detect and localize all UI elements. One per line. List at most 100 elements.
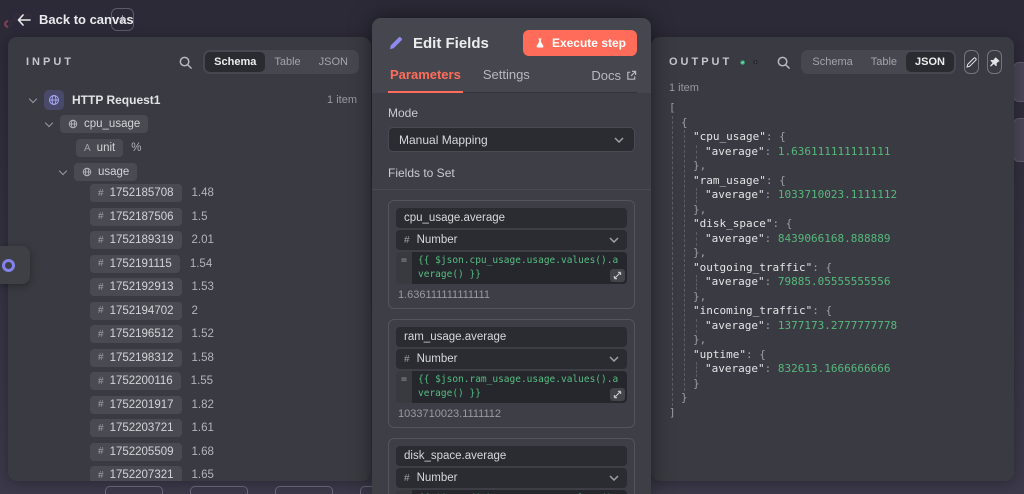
add-node-button[interactable]: + — [111, 8, 134, 31]
json-object-close: } — [681, 391, 1014, 406]
docs-link[interactable]: Docs — [591, 68, 637, 92]
schema-row[interactable]: # 1752198312 1.58 — [90, 349, 357, 367]
back-arrow-icon — [17, 14, 31, 26]
output-search-button[interactable] — [774, 53, 793, 72]
usage-value: 2 — [192, 305, 198, 317]
schema-row[interactable]: # 1752203721 1.61 — [90, 419, 357, 437]
timestamp-key-pill[interactable]: # 1752205509 — [90, 443, 182, 461]
field-group: disk_space.average # Number = {{ $json.d… — [388, 438, 635, 494]
output-title: OUTPUT — [669, 56, 732, 68]
timestamp-key-pill[interactable]: # 1752207321 — [90, 466, 182, 481]
chevron-down-icon — [45, 118, 53, 126]
input-node-tab[interactable] — [0, 246, 30, 284]
input-view-table[interactable]: Table — [265, 52, 309, 72]
timestamp-key-pill[interactable]: # 1752185708 — [90, 184, 182, 202]
field-group: ram_usage.average # Number = {{ $json.ra… — [388, 319, 635, 428]
expression-code[interactable]: {{ $json.cpu_usage.usage.values().averag… — [412, 252, 627, 284]
fields-list: cpu_usage.average # Number = {{ $json.cp… — [388, 200, 635, 494]
divider — [372, 189, 651, 190]
timestamp-key-pill[interactable]: # 1752201917 — [90, 396, 182, 414]
input-view-toggle: Schema Table JSON — [203, 50, 359, 74]
input-panel: INPUT Schema Table JSON HTTP Request1 1 … — [8, 37, 371, 481]
pencil-icon — [965, 56, 978, 69]
schema-row[interactable]: # 1752194702 2 — [90, 302, 357, 320]
expand-expression-icon[interactable] — [610, 269, 625, 282]
field-name-input[interactable]: ram_usage.average — [396, 327, 627, 347]
expand-expression-icon[interactable] — [610, 388, 625, 401]
cpu-usage-key-pill[interactable]: cpu_usage — [60, 115, 148, 133]
chevron-down-icon — [609, 237, 619, 243]
schema-row[interactable]: # 1752189319 2.01 — [90, 231, 357, 249]
timestamp-key-pill[interactable]: # 1752192913 — [90, 278, 182, 296]
input-view-json[interactable]: JSON — [310, 52, 357, 72]
number-type-icon: # — [98, 235, 104, 246]
tab-parameters[interactable]: Parameters — [388, 65, 463, 93]
output-view-schema[interactable]: Schema — [803, 52, 861, 72]
schema-row[interactable]: # 1752185708 1.48 — [90, 184, 357, 202]
flask-icon — [534, 37, 546, 49]
timestamp-key-pill[interactable]: # 1752189319 — [90, 231, 182, 249]
schema-object-row[interactable]: cpu_usage — [46, 112, 357, 136]
root-node-label: HTTP Request1 — [72, 93, 160, 107]
timestamp-key-pill[interactable]: # 1752191115 — [90, 255, 180, 273]
timestamp-key-pill[interactable]: # 1752187506 — [90, 208, 182, 226]
node-ring-icon — [2, 259, 15, 272]
schema-row[interactable]: # 1752192913 1.53 — [90, 278, 357, 296]
timestamp-key-pill[interactable]: # 1752198312 — [90, 349, 182, 367]
expression-editor[interactable]: = {{ $json.ram_usage.usage.values().aver… — [396, 371, 627, 403]
input-view-schema[interactable]: Schema — [205, 52, 265, 72]
tab-settings[interactable]: Settings — [481, 65, 532, 93]
schema-root-row[interactable]: HTTP Request1 1 item — [30, 88, 357, 112]
expression-code[interactable]: {{ $json.disk_space.usage.values().avera… — [412, 490, 627, 494]
output-item-count: 1 item — [651, 82, 1014, 99]
number-type-icon: # — [98, 470, 104, 481]
usage-value: 1.68 — [192, 446, 214, 458]
schema-row[interactable]: # 1752191115 1.54 — [90, 255, 357, 273]
unit-key-pill[interactable]: A unit — [76, 139, 123, 157]
timestamp-key-pill[interactable]: # 1752200116 — [90, 372, 181, 390]
expression-result: 1.636111111111111 — [396, 287, 627, 301]
json-output-entry: "ram_usage": { "average": 1033710023.111… — [693, 174, 1014, 218]
expression-code[interactable]: {{ $json.ram_usage.usage.values().averag… — [412, 371, 627, 403]
field-name-input[interactable]: cpu_usage.average — [396, 208, 627, 228]
expression-editor[interactable]: = {{ $json.disk_space.usage.values().ave… — [396, 490, 627, 494]
info-icon[interactable] — [753, 55, 758, 69]
number-type-icon: # — [404, 354, 410, 365]
output-view-json[interactable]: JSON — [906, 52, 954, 72]
schema-string-row[interactable]: A unit % — [76, 136, 357, 160]
schema-row[interactable]: # 1752205509 1.68 — [90, 443, 357, 461]
chevron-down-icon — [614, 137, 624, 143]
timestamp-key-pill[interactable]: # 1752194702 — [90, 302, 182, 320]
schema-row[interactable]: # 1752187506 1.5 — [90, 208, 357, 226]
usage-key-pill[interactable]: usage — [74, 163, 137, 181]
usage-rows: # 1752185708 1.48 # 1752187506 1.5 — [22, 184, 357, 481]
expression-mode-prefix: = — [396, 252, 412, 284]
schema-row[interactable]: # 1752201917 1.82 — [90, 396, 357, 414]
input-search-button[interactable] — [176, 53, 195, 72]
search-icon — [178, 55, 193, 70]
schema-row[interactable]: # 1752196512 1.52 — [90, 325, 357, 343]
expression-editor[interactable]: = {{ $json.cpu_usage.usage.values().aver… — [396, 252, 627, 284]
usage-value: 1.82 — [192, 399, 214, 411]
output-view-table[interactable]: Table — [862, 52, 906, 72]
timestamp-key-pill[interactable]: # 1752196512 — [90, 325, 182, 343]
pin-data-button[interactable] — [987, 50, 1002, 74]
usage-value: 1.58 — [192, 352, 214, 364]
pencil-icon — [388, 36, 403, 51]
field-type-select[interactable]: # Number — [396, 230, 627, 250]
app-screen: Back to canvas + INPUT Schema Table JSON — [0, 0, 1024, 494]
success-check-icon — [740, 55, 745, 70]
field-type-select[interactable]: # Number — [396, 349, 627, 369]
schema-row[interactable]: # 1752207321 1.65 — [90, 466, 357, 481]
timestamp-key-pill[interactable]: # 1752203721 — [90, 419, 182, 437]
input-title: INPUT — [26, 56, 74, 68]
json-output-entry: "cpu_usage": { "average": 1.636111111111… — [693, 130, 1014, 174]
search-icon — [776, 55, 791, 70]
mode-select[interactable]: Manual Mapping — [388, 127, 635, 152]
schema-object-row[interactable]: usage — [60, 160, 357, 184]
schema-row[interactable]: # 1752200116 1.55 — [90, 372, 357, 390]
execute-step-button[interactable]: Execute step — [523, 30, 637, 56]
field-type-select[interactable]: # Number — [396, 468, 627, 488]
field-name-input[interactable]: disk_space.average — [396, 446, 627, 466]
edit-output-button[interactable] — [964, 50, 979, 74]
